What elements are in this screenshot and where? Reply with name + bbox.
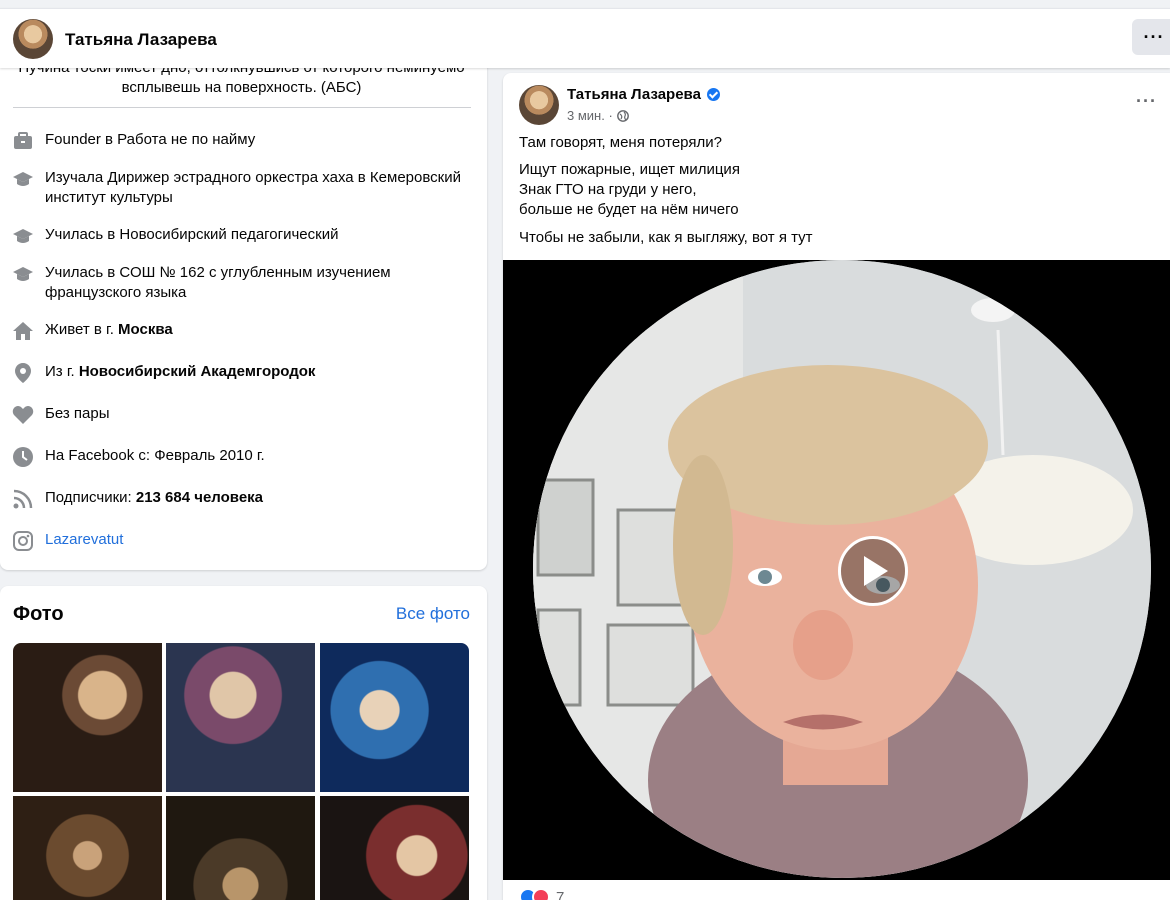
ellipsis-icon: ··· xyxy=(1143,26,1165,47)
intro-item-joined: На Facebook с: Февраль 2010 г. xyxy=(12,446,472,468)
intro-item-followers: Подписчики: 213 684 человека xyxy=(12,488,472,510)
post-options-button[interactable]: ··· xyxy=(1136,91,1157,112)
post-author-avatar[interactable] xyxy=(519,85,559,125)
followers-count[interactable]: 213 684 человека xyxy=(136,489,263,506)
photo-thumbnail[interactable] xyxy=(320,643,469,792)
briefcase-icon xyxy=(12,130,34,152)
intro-item-education: Училась в Новосибирский педагогический xyxy=(12,225,472,247)
from-city-link[interactable]: Новосибирский Академгородок xyxy=(79,363,316,380)
more-options-button[interactable]: ··· xyxy=(1132,19,1170,55)
post-author[interactable]: Татьяна Лазарева xyxy=(567,86,720,103)
reactions-summary[interactable]: 7 xyxy=(519,888,564,900)
intro-item-education: Училась в СОШ № 162 с углубленным изучен… xyxy=(12,263,472,303)
rss-icon xyxy=(12,488,34,510)
location-pin-icon xyxy=(12,362,34,384)
photos-title: Фото xyxy=(13,603,64,625)
verified-badge-icon xyxy=(706,88,720,101)
intro-item-education: Изучала Дирижер эстрадного оркестра хаха… xyxy=(12,168,472,208)
profile-name[interactable]: Татьяна Лазарева xyxy=(65,30,217,50)
video-frame xyxy=(533,260,1151,878)
divider xyxy=(13,107,471,108)
photos-card: Фото Все фото xyxy=(0,586,487,900)
profile-header-bar: Татьяна Лазарева ··· xyxy=(0,8,1170,68)
post-text: Чтобы не забыли, как я выгляжу, вот я ту… xyxy=(519,229,813,246)
photo-thumbnail[interactable] xyxy=(13,796,162,900)
graduation-cap-icon xyxy=(12,263,34,285)
lives-city-link[interactable]: Москва xyxy=(118,321,173,338)
post-text: больше не будет на нём ничего xyxy=(519,201,739,218)
intro-item-relationship: Без пары xyxy=(12,404,472,426)
home-icon xyxy=(12,320,34,342)
video-player[interactable] xyxy=(503,260,1170,880)
play-icon xyxy=(864,556,888,586)
post-text: Там говорят, меня потеряли? xyxy=(519,134,722,151)
instagram-link[interactable]: Lazarevatut xyxy=(45,530,123,550)
post-card: Татьяна Лазарева 3 мин. · ··· Там говоря… xyxy=(503,73,1170,900)
intro-item-work: Founder в Работа не по найму xyxy=(12,130,472,152)
reaction-count: 7 xyxy=(556,888,565,900)
post-timestamp[interactable]: 3 мин. · xyxy=(567,108,629,123)
post-text: Ищут пожарные, ищет милиция xyxy=(519,161,740,178)
photo-thumbnail[interactable] xyxy=(320,796,469,900)
intro-item-from: Из г. Новосибирский Академгородок xyxy=(12,362,472,384)
graduation-cap-icon xyxy=(12,168,34,190)
graduation-cap-icon xyxy=(12,225,34,247)
photo-thumbnail[interactable] xyxy=(166,796,315,900)
intro-item-lives: Живет в г. Москва xyxy=(12,320,472,342)
instagram-icon xyxy=(12,530,34,552)
intro-item-instagram: Lazarevatut xyxy=(12,530,472,552)
photo-thumbnail[interactable] xyxy=(166,643,315,792)
play-button[interactable] xyxy=(838,536,908,606)
globe-icon xyxy=(616,109,629,122)
ellipsis-icon: ··· xyxy=(1136,91,1157,111)
post-text: Знак ГТО на груди у него, xyxy=(519,181,697,198)
intro-card: Пучина тоски имеет дно, оттолкнувшись от… xyxy=(0,50,487,570)
love-reaction-icon xyxy=(532,888,550,900)
avatar[interactable] xyxy=(13,19,53,59)
heart-icon xyxy=(12,404,34,426)
see-all-photos-link[interactable]: Все фото xyxy=(396,604,470,624)
photo-thumbnail[interactable] xyxy=(13,643,162,792)
clock-icon xyxy=(12,446,34,468)
